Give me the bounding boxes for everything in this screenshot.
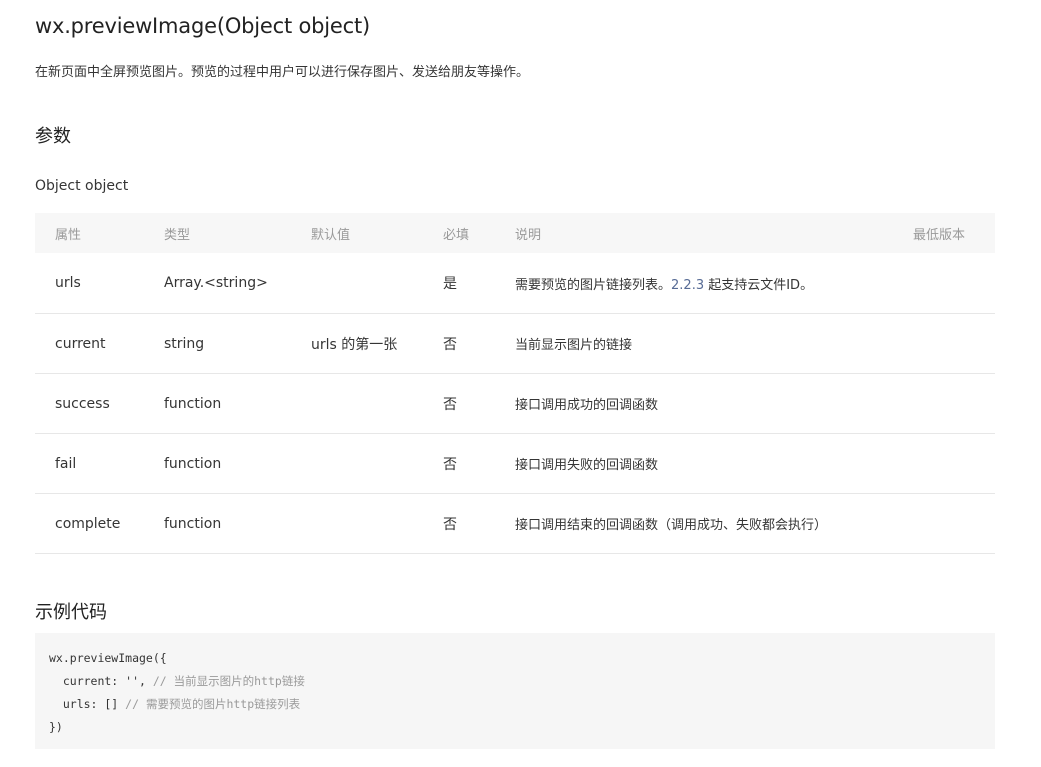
cell-desc: 接口调用成功的回调函数 <box>515 373 913 434</box>
code-text: urls: [] <box>49 697 126 711</box>
cell-type: function <box>164 373 311 434</box>
object-label: Object object <box>35 178 129 194</box>
version-link[interactable]: 2.2.3 <box>671 278 704 293</box>
desc-text-suffix: 起支持云文件ID。 <box>704 277 814 293</box>
cell-desc: 接口调用结束的回调函数（调用成功、失败都会执行） <box>515 493 913 554</box>
code-line: urls: [] // 需要预览的图片http链接列表 <box>49 693 981 716</box>
cell-attr: urls <box>35 253 164 314</box>
cell-type: function <box>164 433 311 494</box>
code-comment: // 需要预览的图片http链接列表 <box>125 697 301 711</box>
cell-attr: fail <box>35 433 164 494</box>
cell-required: 否 <box>443 493 515 554</box>
cell-min-version <box>913 253 995 314</box>
header-type: 类型 <box>164 213 311 253</box>
cell-min-version <box>913 373 995 434</box>
cell-required: 否 <box>443 373 515 434</box>
cell-desc: 当前显示图片的链接 <box>515 313 913 374</box>
params-table: 属性 类型 默认值 必填 说明 最低版本 urls Array.<string>… <box>35 213 995 554</box>
table-row: complete function 否 接口调用结束的回调函数（调用成功、失败都… <box>35 493 995 554</box>
header-desc: 说明 <box>515 213 913 253</box>
cell-required: 否 <box>443 313 515 374</box>
code-text: current: '', <box>49 674 153 688</box>
cell-required: 是 <box>443 253 515 314</box>
cell-min-version <box>913 313 995 374</box>
cell-min-version <box>913 493 995 554</box>
cell-type: function <box>164 493 311 554</box>
header-default: 默认值 <box>311 213 443 253</box>
cell-default <box>311 373 443 434</box>
cell-desc: 接口调用失败的回调函数 <box>515 433 913 494</box>
header-required: 必填 <box>443 213 515 253</box>
table-row: success function 否 接口调用成功的回调函数 <box>35 373 995 434</box>
cell-min-version <box>913 433 995 494</box>
code-line: wx.previewImage({ <box>49 651 167 665</box>
cell-required: 否 <box>443 433 515 494</box>
api-description: 在新页面中全屏预览图片。预览的过程中用户可以进行保存图片、发送给朋友等操作。 <box>35 65 530 80</box>
code-line: current: '', // 当前显示图片的http链接 <box>49 670 981 693</box>
cell-default <box>311 253 443 314</box>
cell-default: urls 的第一张 <box>311 313 443 374</box>
cell-attr: complete <box>35 493 164 554</box>
desc-text: 需要预览的图片链接列表。 <box>515 277 672 293</box>
page-title: wx.previewImage(Object object) <box>35 14 370 38</box>
header-attr: 属性 <box>35 213 164 253</box>
code-comment: // 当前显示图片的http链接 <box>152 674 305 688</box>
code-block[interactable]: wx.previewImage({ current: '', // 当前显示图片… <box>35 633 995 749</box>
cell-attr: current <box>35 313 164 374</box>
table-row: fail function 否 接口调用失败的回调函数 <box>35 433 995 494</box>
header-min-version: 最低版本 <box>913 213 995 253</box>
example-heading: 示例代码 <box>35 602 107 623</box>
params-heading: 参数 <box>35 126 71 147</box>
cell-attr: success <box>35 373 164 434</box>
table-header-row: 属性 类型 默认值 必填 说明 最低版本 <box>35 213 995 253</box>
table-row: current string urls 的第一张 否 当前显示图片的链接 <box>35 313 995 374</box>
code-line: }) <box>49 720 63 734</box>
cell-desc: 需要预览的图片链接列表。2.2.3 起支持云文件ID。 <box>515 253 913 314</box>
cell-default <box>311 493 443 554</box>
cell-type: Array.<string> <box>164 253 311 314</box>
cell-default <box>311 433 443 494</box>
table-row: urls Array.<string> 是 需要预览的图片链接列表。2.2.3 … <box>35 253 995 314</box>
cell-type: string <box>164 313 311 374</box>
